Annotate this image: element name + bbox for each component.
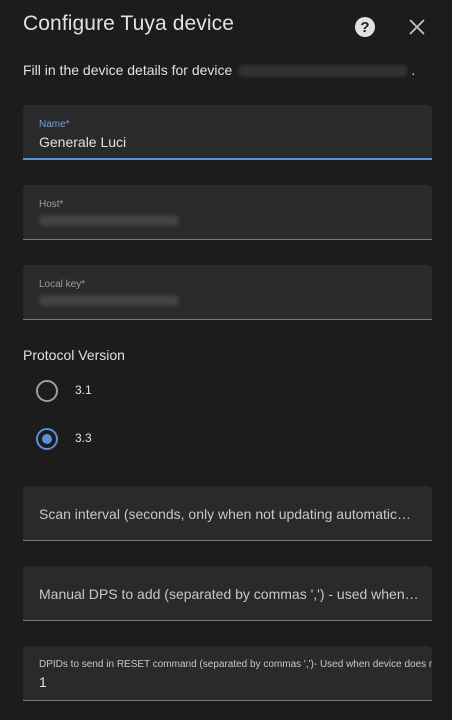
reset-dpids-field[interactable]: DPIDs to send in RESET command (separate…	[23, 646, 432, 701]
radio-checked-dot	[42, 434, 52, 444]
protocol-option-label[interactable]: 3.3	[75, 431, 92, 445]
scan-interval-field[interactable]: Scan interval (seconds, only when not up…	[23, 486, 432, 541]
description-suffix: .	[411, 62, 416, 78]
scan-interval-placeholder: Scan interval (seconds, only when not up…	[39, 506, 411, 522]
close-button[interactable]	[406, 16, 428, 38]
name-field[interactable]: Name* Generale Luci	[23, 105, 432, 160]
local-key-field[interactable]: Local key*	[23, 265, 432, 320]
name-label: Name*	[39, 119, 70, 130]
protocol-radio-3-3[interactable]	[36, 428, 58, 450]
help-icon: ?	[360, 18, 370, 36]
dialog-description: Fill in the device details for device.	[23, 62, 415, 78]
description-text: Fill in the device details for device	[23, 62, 233, 78]
name-value[interactable]: Generale Luci	[39, 134, 126, 150]
dialog-title: Configure Tuya device	[23, 12, 235, 35]
redacted-host-value	[39, 215, 179, 226]
close-icon	[409, 19, 425, 35]
manual-dps-placeholder: Manual DPS to add (separated by commas '…	[39, 586, 419, 602]
configure-dialog: Configure Tuya device ? Fill in the devi…	[0, 0, 452, 720]
redacted-local-key-value	[39, 295, 179, 306]
protocol-option-label[interactable]: 3.1	[75, 383, 92, 397]
host-label: Host*	[39, 199, 64, 210]
help-button[interactable]: ?	[355, 17, 375, 37]
redacted-device-id	[238, 65, 409, 78]
radio-unchecked-icon	[36, 380, 58, 402]
manual-dps-field[interactable]: Manual DPS to add (separated by commas '…	[23, 566, 432, 621]
protocol-version-title: Protocol Version	[23, 347, 125, 363]
reset-dpids-label: DPIDs to send in RESET command (separate…	[39, 659, 432, 670]
reset-dpids-value[interactable]: 1	[39, 674, 47, 690]
host-field[interactable]: Host*	[23, 185, 432, 240]
protocol-radio-3-1[interactable]	[36, 380, 58, 402]
local-key-label: Local key*	[39, 279, 86, 290]
